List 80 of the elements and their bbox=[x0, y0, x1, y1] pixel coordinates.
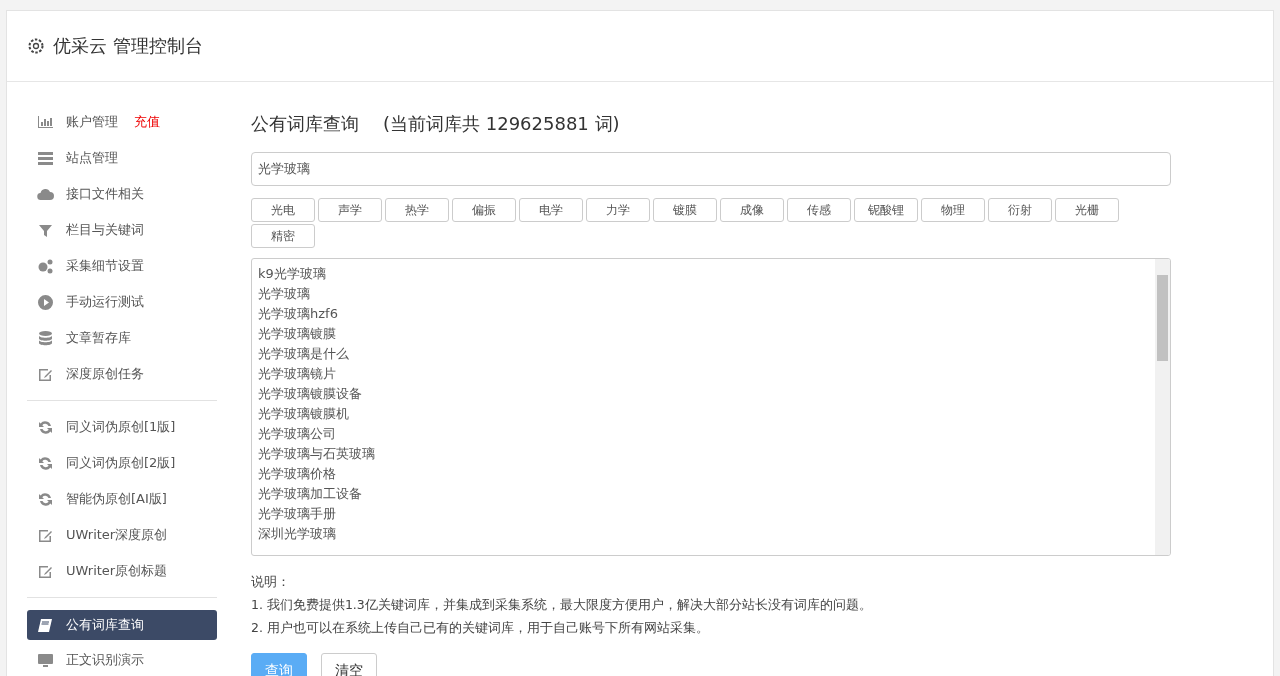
play-icon bbox=[37, 293, 54, 311]
sidebar-item-label: 采集细节设置 bbox=[66, 257, 144, 275]
refresh-icon bbox=[37, 490, 54, 508]
sidebar-item-label: 账户管理 bbox=[66, 113, 118, 131]
result-item[interactable]: 光学玻璃镀膜机 bbox=[258, 404, 349, 424]
sidebar-item[interactable]: 智能伪原创[AI版] bbox=[27, 481, 217, 517]
sidebar-item[interactable]: 同义词伪原创[1版] bbox=[27, 409, 217, 445]
category-tag[interactable]: 声学 bbox=[318, 198, 382, 222]
result-item[interactable]: 光学玻璃价格 bbox=[258, 464, 336, 484]
result-item[interactable]: 光学玻璃镜片 bbox=[258, 364, 336, 384]
category-tag[interactable]: 精密 bbox=[251, 224, 315, 248]
category-tag[interactable]: 镀膜 bbox=[653, 198, 717, 222]
category-tag[interactable]: 热学 bbox=[385, 198, 449, 222]
category-tag[interactable]: 光栅 bbox=[1055, 198, 1119, 222]
sidebar-item-label: 站点管理 bbox=[66, 149, 118, 167]
result-item[interactable]: 光学玻璃 bbox=[258, 284, 310, 304]
sidebar-item-label: UWriter深度原创 bbox=[66, 526, 168, 544]
sidebar-item[interactable]: 公有词库查询 bbox=[27, 610, 217, 640]
refresh-icon bbox=[37, 418, 54, 436]
results-list[interactable]: k9光学玻璃 光学玻璃 光学玻璃hzf6 光学玻璃镀膜 光学玻璃是什么 光学玻璃镜片 光学玻璃镀膜设备 光学玻璃镀膜机 光学玻璃公司 光学玻璃与石英玻璃 光学玻璃价格 光学玻璃加工设备 光学玻璃手册 深圳光学玻璃 bbox=[251, 258, 1171, 556]
result-item[interactable]: 光学玻璃hzf6 bbox=[258, 304, 338, 324]
category-tag[interactable]: 偏振 bbox=[452, 198, 516, 222]
result-item[interactable]: 深圳光学玻璃 bbox=[258, 524, 336, 544]
sidebar-item-label: 智能伪原创[AI版] bbox=[66, 490, 167, 508]
sidebar-item[interactable]: 栏目与关键词 bbox=[27, 212, 217, 248]
category-tag[interactable]: 光电 bbox=[251, 198, 315, 222]
category-tag[interactable]: 衍射 bbox=[988, 198, 1052, 222]
sidebar-item-label: 栏目与关键词 bbox=[66, 221, 144, 239]
category-tag[interactable]: 电学 bbox=[519, 198, 583, 222]
sidebar-item-label: 公有词库查询 bbox=[66, 616, 144, 634]
sidebar-item[interactable]: 正文识别演示 bbox=[27, 642, 217, 676]
database-icon bbox=[37, 329, 54, 347]
result-item[interactable]: 光学玻璃公司 bbox=[258, 424, 336, 444]
sidebar-item-label: 文章暂存库 bbox=[66, 329, 131, 347]
category-tag[interactable]: 物理 bbox=[921, 198, 985, 222]
note-text: 2. 用户也可以在系统上传自己已有的关键词库，用于自己账号下所有网站采集。 bbox=[251, 619, 710, 637]
result-item[interactable]: 光学玻璃镀膜 bbox=[258, 324, 336, 344]
sidebar-item[interactable]: 手动运行测试 bbox=[27, 284, 217, 320]
sidebar-item-label: 正文识别演示 bbox=[66, 651, 144, 669]
sidebar-item[interactable]: 账户管理 充值 bbox=[27, 104, 217, 140]
server-icon bbox=[37, 149, 54, 167]
refresh-icon bbox=[37, 454, 54, 472]
console-title: 优采云 管理控制台 bbox=[53, 34, 203, 58]
book-icon bbox=[37, 616, 54, 634]
sidebar-item-label: 手动运行测试 bbox=[66, 293, 144, 311]
result-item[interactable]: k9光学玻璃 bbox=[258, 264, 326, 284]
sidebar-item[interactable]: UWriter原创标题 bbox=[27, 553, 217, 589]
sidebar-item[interactable]: 同义词伪原创[2版] bbox=[27, 445, 217, 481]
sidebar-item[interactable]: 站点管理 bbox=[27, 140, 217, 176]
category-tag[interactable]: 铌酸锂 bbox=[854, 198, 918, 222]
sidebar-item-label: 接口文件相关 bbox=[66, 185, 144, 203]
sidebar-item-label: 同义词伪原创[2版] bbox=[66, 454, 176, 472]
notes-heading: 说明： bbox=[251, 573, 291, 591]
gears-icon bbox=[37, 257, 54, 275]
result-item[interactable]: 光学玻璃镀膜设备 bbox=[258, 384, 362, 404]
category-tag[interactable]: 传感 bbox=[787, 198, 851, 222]
sidebar-item[interactable]: 采集细节设置 bbox=[27, 248, 217, 284]
search-field[interactable]: 光学玻璃 bbox=[251, 152, 1171, 186]
monitor-icon bbox=[37, 651, 54, 669]
result-item[interactable]: 光学玻璃加工设备 bbox=[258, 484, 362, 504]
result-item[interactable]: 光学玻璃与石英玻璃 bbox=[258, 444, 375, 464]
sidebar-item[interactable]: 深度原创任务 bbox=[27, 356, 217, 392]
word-count-text: (当前词库共 129625881 词) bbox=[383, 112, 620, 136]
recharge-link[interactable]: 充值 bbox=[134, 113, 160, 131]
category-tag[interactable]: 力学 bbox=[586, 198, 650, 222]
page-title: 公有词库查询 bbox=[251, 112, 359, 136]
scrollbar[interactable] bbox=[1155, 259, 1170, 555]
sidebar-item-label: 同义词伪原创[1版] bbox=[66, 418, 176, 436]
sidebar-item[interactable]: UWriter深度原创 bbox=[27, 517, 217, 553]
sidebar-item[interactable]: 接口文件相关 bbox=[27, 176, 217, 212]
result-item[interactable]: 光学玻璃手册 bbox=[258, 504, 336, 524]
category-tag[interactable]: 成像 bbox=[720, 198, 784, 222]
note-text: 1. 我们免费提供1.3亿关键词库，并集成到采集系统，最大限度方便用户，解决大部分站长没有词库的问题。 bbox=[251, 596, 873, 614]
settings-icon bbox=[27, 37, 45, 55]
bar-chart-icon bbox=[37, 113, 54, 131]
result-item[interactable]: 光学玻璃是什么 bbox=[258, 344, 349, 364]
sidebar-item-label: UWriter原创标题 bbox=[66, 562, 168, 580]
sidebar-item[interactable]: 文章暂存库 bbox=[27, 320, 217, 356]
sidebar-item-label: 深度原创任务 bbox=[66, 365, 144, 383]
clear-button[interactable]: 清空 bbox=[321, 653, 377, 676]
